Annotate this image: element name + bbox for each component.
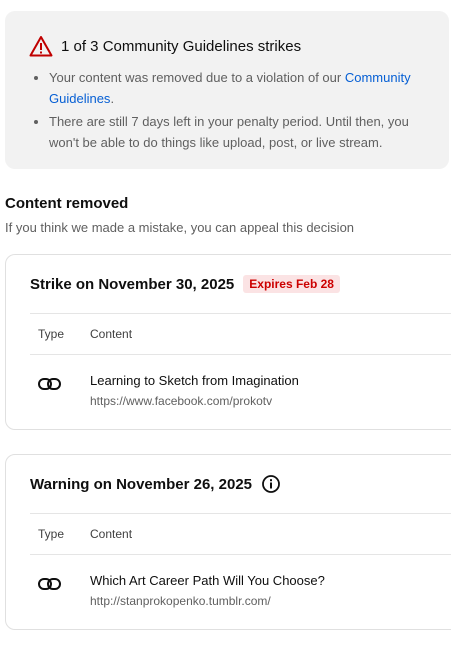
bullet-period: . <box>110 91 115 106</box>
content-cell: Which Art Career Path Will You Choose? h… <box>90 573 325 608</box>
content-url[interactable]: http://stanprokopenko.tumblr.com/ <box>90 594 325 608</box>
col-type: Type <box>38 327 65 341</box>
strike-banner: 1 of 3 Community Guidelines strikes Your… <box>5 11 449 169</box>
banner-bullet: Your content was removed due to a violat… <box>49 67 425 109</box>
expires-badge: Expires Feb 28 <box>243 275 340 293</box>
banner-bullets: Your content was removed due to a violat… <box>29 67 425 153</box>
warning-card: Warning on November 26, 2025 Type Conten… <box>5 454 451 630</box>
strike-title: Strike on November 30, 2025 <box>30 275 235 293</box>
banner-title: 1 of 3 Community Guidelines strikes <box>61 37 302 55</box>
table-header: Type Content <box>30 513 451 555</box>
section-subtitle: If you think we made a mistake, you can … <box>5 220 355 235</box>
card-header: Strike on November 30, 2025 Expires Feb … <box>6 255 451 313</box>
banner-header: 1 of 3 Community Guidelines strikes <box>29 35 425 57</box>
card-header: Warning on November 26, 2025 <box>6 455 451 513</box>
banner-bullet: There are still 7 days left in your pena… <box>49 111 425 153</box>
warning-title: Warning on November 26, 2025 <box>30 475 253 493</box>
content-cell: Learning to Sketch from Imagination http… <box>90 373 299 408</box>
col-type: Type <box>38 527 65 541</box>
table-row: Which Art Career Path Will You Choose? h… <box>30 555 451 631</box>
link-icon <box>30 573 90 596</box>
strike-card: Strike on November 30, 2025 Expires Feb … <box>5 254 451 430</box>
link-icon <box>30 373 90 396</box>
col-content: Content <box>90 327 133 341</box>
section-title: Content removed <box>5 195 129 212</box>
warning-icon <box>29 35 53 57</box>
content-title[interactable]: Which Art Career Path Will You Choose? <box>90 573 325 588</box>
content-title[interactable]: Learning to Sketch from Imagination <box>90 373 299 388</box>
bullet-text: Your content was removed due to a violat… <box>49 70 345 85</box>
content-url[interactable]: https://www.facebook.com/prokotv <box>90 394 299 408</box>
col-content: Content <box>90 527 133 541</box>
table-header: Type Content <box>30 313 451 355</box>
table-row: Learning to Sketch from Imagination http… <box>30 355 451 431</box>
info-icon[interactable] <box>261 474 281 494</box>
